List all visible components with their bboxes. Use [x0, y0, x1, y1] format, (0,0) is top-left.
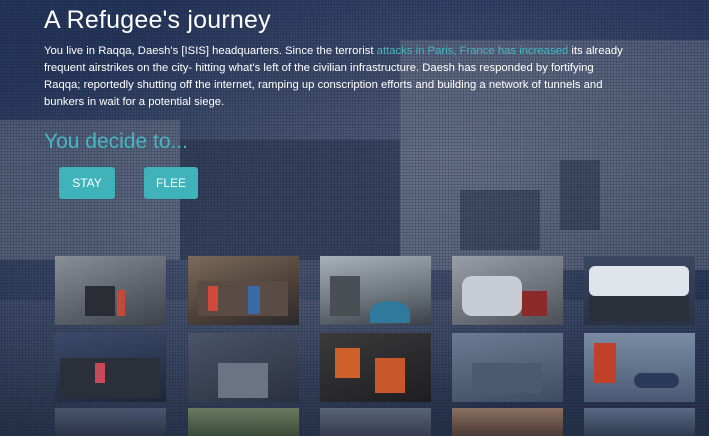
- gallery-photo[interactable]: [55, 333, 166, 402]
- gallery-photo[interactable]: [320, 408, 431, 436]
- intro-paragraph: You live in Raqqa, Daesh's [ISIS] headqu…: [44, 43, 624, 111]
- gallery-photo[interactable]: [452, 408, 563, 436]
- intro-text-start: You live in Raqqa, Daesh's [ISIS] headqu…: [44, 45, 377, 57]
- gallery-photo[interactable]: [320, 333, 431, 402]
- gallery-photo[interactable]: [320, 256, 431, 325]
- gallery-photo[interactable]: [452, 256, 563, 325]
- gallery-photo[interactable]: [188, 256, 299, 325]
- gallery-photo[interactable]: [584, 256, 695, 325]
- page-title: A Refugee's journey: [44, 6, 271, 34]
- gallery-photo[interactable]: [584, 408, 695, 436]
- gallery-photo[interactable]: [55, 408, 166, 436]
- intro-section: A Refugee's journey You live in Raqqa, D…: [44, 6, 624, 111]
- paris-attacks-link[interactable]: attacks in Paris, France has increased: [377, 45, 569, 57]
- flee-button[interactable]: FLEE: [144, 167, 198, 199]
- gallery-photo[interactable]: [188, 333, 299, 402]
- decision-heading: You decide to...: [44, 130, 189, 153]
- gallery-photo[interactable]: [55, 256, 166, 325]
- gallery-photo[interactable]: [188, 408, 299, 436]
- gallery-photo[interactable]: [584, 333, 695, 402]
- stay-button[interactable]: STAY: [59, 167, 115, 199]
- gallery-photo[interactable]: [452, 333, 563, 402]
